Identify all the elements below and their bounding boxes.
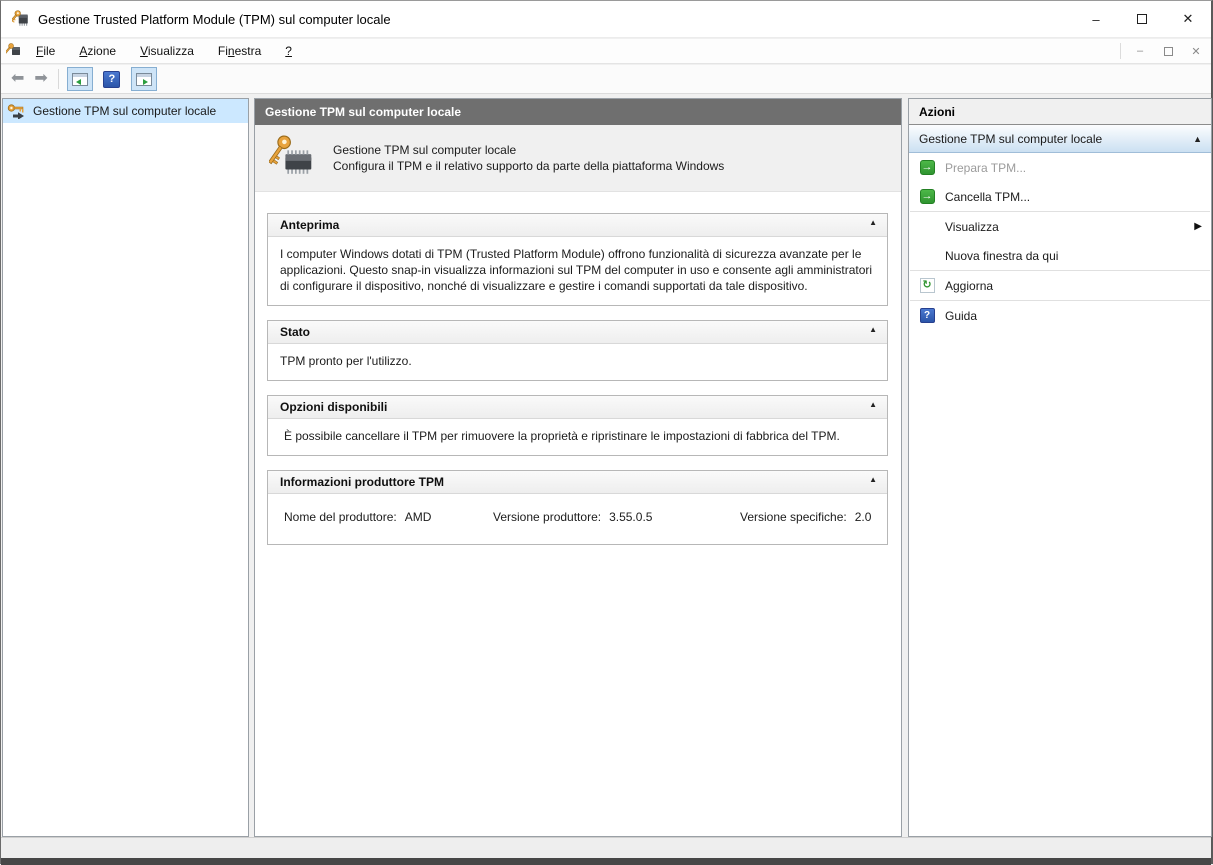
- tpm-chip-key-icon: [269, 135, 321, 181]
- actions-pane: Azioni Gestione TPM sul computer locale …: [908, 98, 1212, 837]
- console-document-icon: [6, 43, 22, 59]
- section-opzioni-disponibili: Opzioni disponibili ▲ È possibile cancel…: [267, 395, 888, 456]
- section-opzioni-header[interactable]: Opzioni disponibili ▲: [268, 396, 887, 419]
- mdi-restore-button[interactable]: [1155, 41, 1181, 61]
- mdi-close-icon: ✕: [1191, 45, 1200, 58]
- results-header-title: Gestione TPM sul computer locale: [265, 105, 461, 119]
- tpm-app-icon: [12, 10, 30, 28]
- maximize-button[interactable]: [1119, 1, 1165, 37]
- back-icon[interactable]: ⬅: [11, 71, 24, 87]
- close-icon: ✕: [1183, 11, 1194, 27]
- title-bar: Gestione Trusted Platform Module (TPM) s…: [1, 1, 1211, 38]
- section-stato-header[interactable]: Stato ▲: [268, 321, 887, 344]
- results-header: Gestione TPM sul computer locale: [255, 99, 901, 125]
- action-cancella-tpm[interactable]: → Cancella TPM...: [909, 182, 1211, 211]
- action-nuova-finestra[interactable]: Nuova finestra da qui: [909, 241, 1211, 270]
- spec-version: Versione specifiche: 2.0: [740, 509, 871, 525]
- help-toolbar-button[interactable]: ?: [99, 67, 125, 91]
- actions-group-header[interactable]: Gestione TPM sul computer locale ▲: [909, 125, 1211, 153]
- tree-item-tpm-management[interactable]: Gestione TPM sul computer locale: [3, 99, 248, 123]
- manufacturer-name: Nome del produttore: AMD: [284, 509, 493, 525]
- tpm-status-text: TPM pronto per l'utilizzo.: [268, 344, 887, 380]
- collapse-icon[interactable]: ▲: [1193, 134, 1202, 144]
- collapse-icon[interactable]: ▲: [869, 400, 877, 409]
- prepare-tpm-icon: →: [920, 160, 935, 175]
- clear-tpm-icon: →: [920, 189, 935, 204]
- menu-visualizza[interactable]: Visualizza: [130, 41, 204, 61]
- banner-title: Gestione TPM sul computer locale: [333, 142, 724, 158]
- show-console-tree-button[interactable]: [67, 67, 93, 91]
- manufacturer-info-row: Nome del produttore: AMD Versione produt…: [280, 503, 875, 533]
- section-informazioni-produttore: Informazioni produttore TPM ▲ Nome del p…: [267, 470, 888, 545]
- submenu-arrow-icon: ▶: [1194, 221, 1202, 232]
- banner-text: Gestione TPM sul computer locale Configu…: [333, 142, 724, 174]
- collapse-icon[interactable]: ▲: [869, 475, 877, 484]
- menu-azione[interactable]: Azione: [69, 41, 126, 61]
- section-title: Opzioni disponibili: [280, 400, 387, 414]
- menu-file[interactable]: File: [26, 41, 65, 61]
- help-icon: ?: [103, 71, 120, 88]
- refresh-icon: ↻: [920, 278, 935, 293]
- collapse-icon[interactable]: ▲: [869, 218, 877, 227]
- menu-finestra[interactable]: Finestra: [208, 41, 271, 61]
- mdi-close-button[interactable]: ✕: [1183, 41, 1209, 61]
- collapse-icon[interactable]: ▲: [869, 325, 877, 334]
- action-guida[interactable]: ? Guida: [909, 301, 1211, 330]
- options-text: È possibile cancellare il TPM per rimuov…: [268, 419, 887, 455]
- actions-pane-title: Azioni: [909, 99, 1211, 125]
- actions-group-label: Gestione TPM sul computer locale: [919, 132, 1102, 146]
- mdi-separator: [1120, 43, 1121, 59]
- section-title: Anteprima: [280, 218, 339, 232]
- help-icon: ?: [920, 308, 935, 323]
- action-visualizza[interactable]: Visualizza ▶: [909, 212, 1211, 241]
- section-title: Informazioni produttore TPM: [280, 475, 444, 489]
- menu-bar: File Azione Visualizza Finestra ? – ✕: [1, 39, 1211, 64]
- banner-subtitle: Configura il TPM e il relativo supporto …: [333, 158, 724, 174]
- results-body: Anteprima ▲ I computer Windows dotati di…: [255, 192, 901, 837]
- minimize-icon: –: [1092, 12, 1099, 27]
- show-action-pane-button[interactable]: [131, 67, 157, 91]
- tree-item-label: Gestione TPM sul computer locale: [33, 104, 216, 118]
- action-pane-icon: [136, 73, 152, 86]
- section-stato: Stato ▲ TPM pronto per l'utilizzo.: [267, 320, 888, 381]
- mdi-window-controls: – ✕: [1120, 39, 1211, 63]
- console-tree-pane: Gestione TPM sul computer locale: [2, 98, 249, 837]
- menu-help[interactable]: ?: [275, 41, 302, 61]
- maximize-icon: [1137, 14, 1147, 24]
- minimize-button[interactable]: –: [1073, 1, 1119, 37]
- section-anteprima-body: I computer Windows dotati di TPM (Truste…: [268, 237, 887, 305]
- tpm-key-icon: [7, 103, 27, 119]
- section-produttore-header[interactable]: Informazioni produttore TPM ▲: [268, 471, 887, 494]
- section-anteprima-header[interactable]: Anteprima ▲: [268, 214, 887, 237]
- section-anteprima: Anteprima ▲ I computer Windows dotati di…: [267, 213, 888, 306]
- window-title: Gestione Trusted Platform Module (TPM) s…: [38, 12, 391, 27]
- console-tree-icon: [72, 73, 88, 86]
- manufacturer-version: Versione produttore: 3.55.0.5: [493, 509, 740, 525]
- results-pane: Gestione TPM sul computer locale Gestion…: [254, 98, 902, 837]
- status-strip: [1, 837, 1211, 858]
- mdi-minimize-button[interactable]: –: [1127, 41, 1153, 61]
- forward-icon[interactable]: ➡: [34, 71, 47, 87]
- action-aggiorna[interactable]: ↻ Aggiorna: [909, 271, 1211, 300]
- mdi-minimize-icon: –: [1137, 45, 1143, 57]
- action-prepara-tpm[interactable]: → Prepara TPM...: [909, 153, 1211, 182]
- snapin-banner: Gestione TPM sul computer locale Configu…: [255, 125, 901, 192]
- toolbar: ⬅ ➡ ?: [1, 65, 1211, 94]
- caption-buttons: – ✕: [1073, 1, 1211, 37]
- close-button[interactable]: ✕: [1165, 1, 1211, 37]
- mdi-restore-icon: [1164, 47, 1173, 56]
- tpm-management-window: { "window": { "title": "Gestione Trusted…: [0, 0, 1213, 864]
- toolbar-separator: [58, 69, 59, 89]
- section-title: Stato: [280, 325, 310, 339]
